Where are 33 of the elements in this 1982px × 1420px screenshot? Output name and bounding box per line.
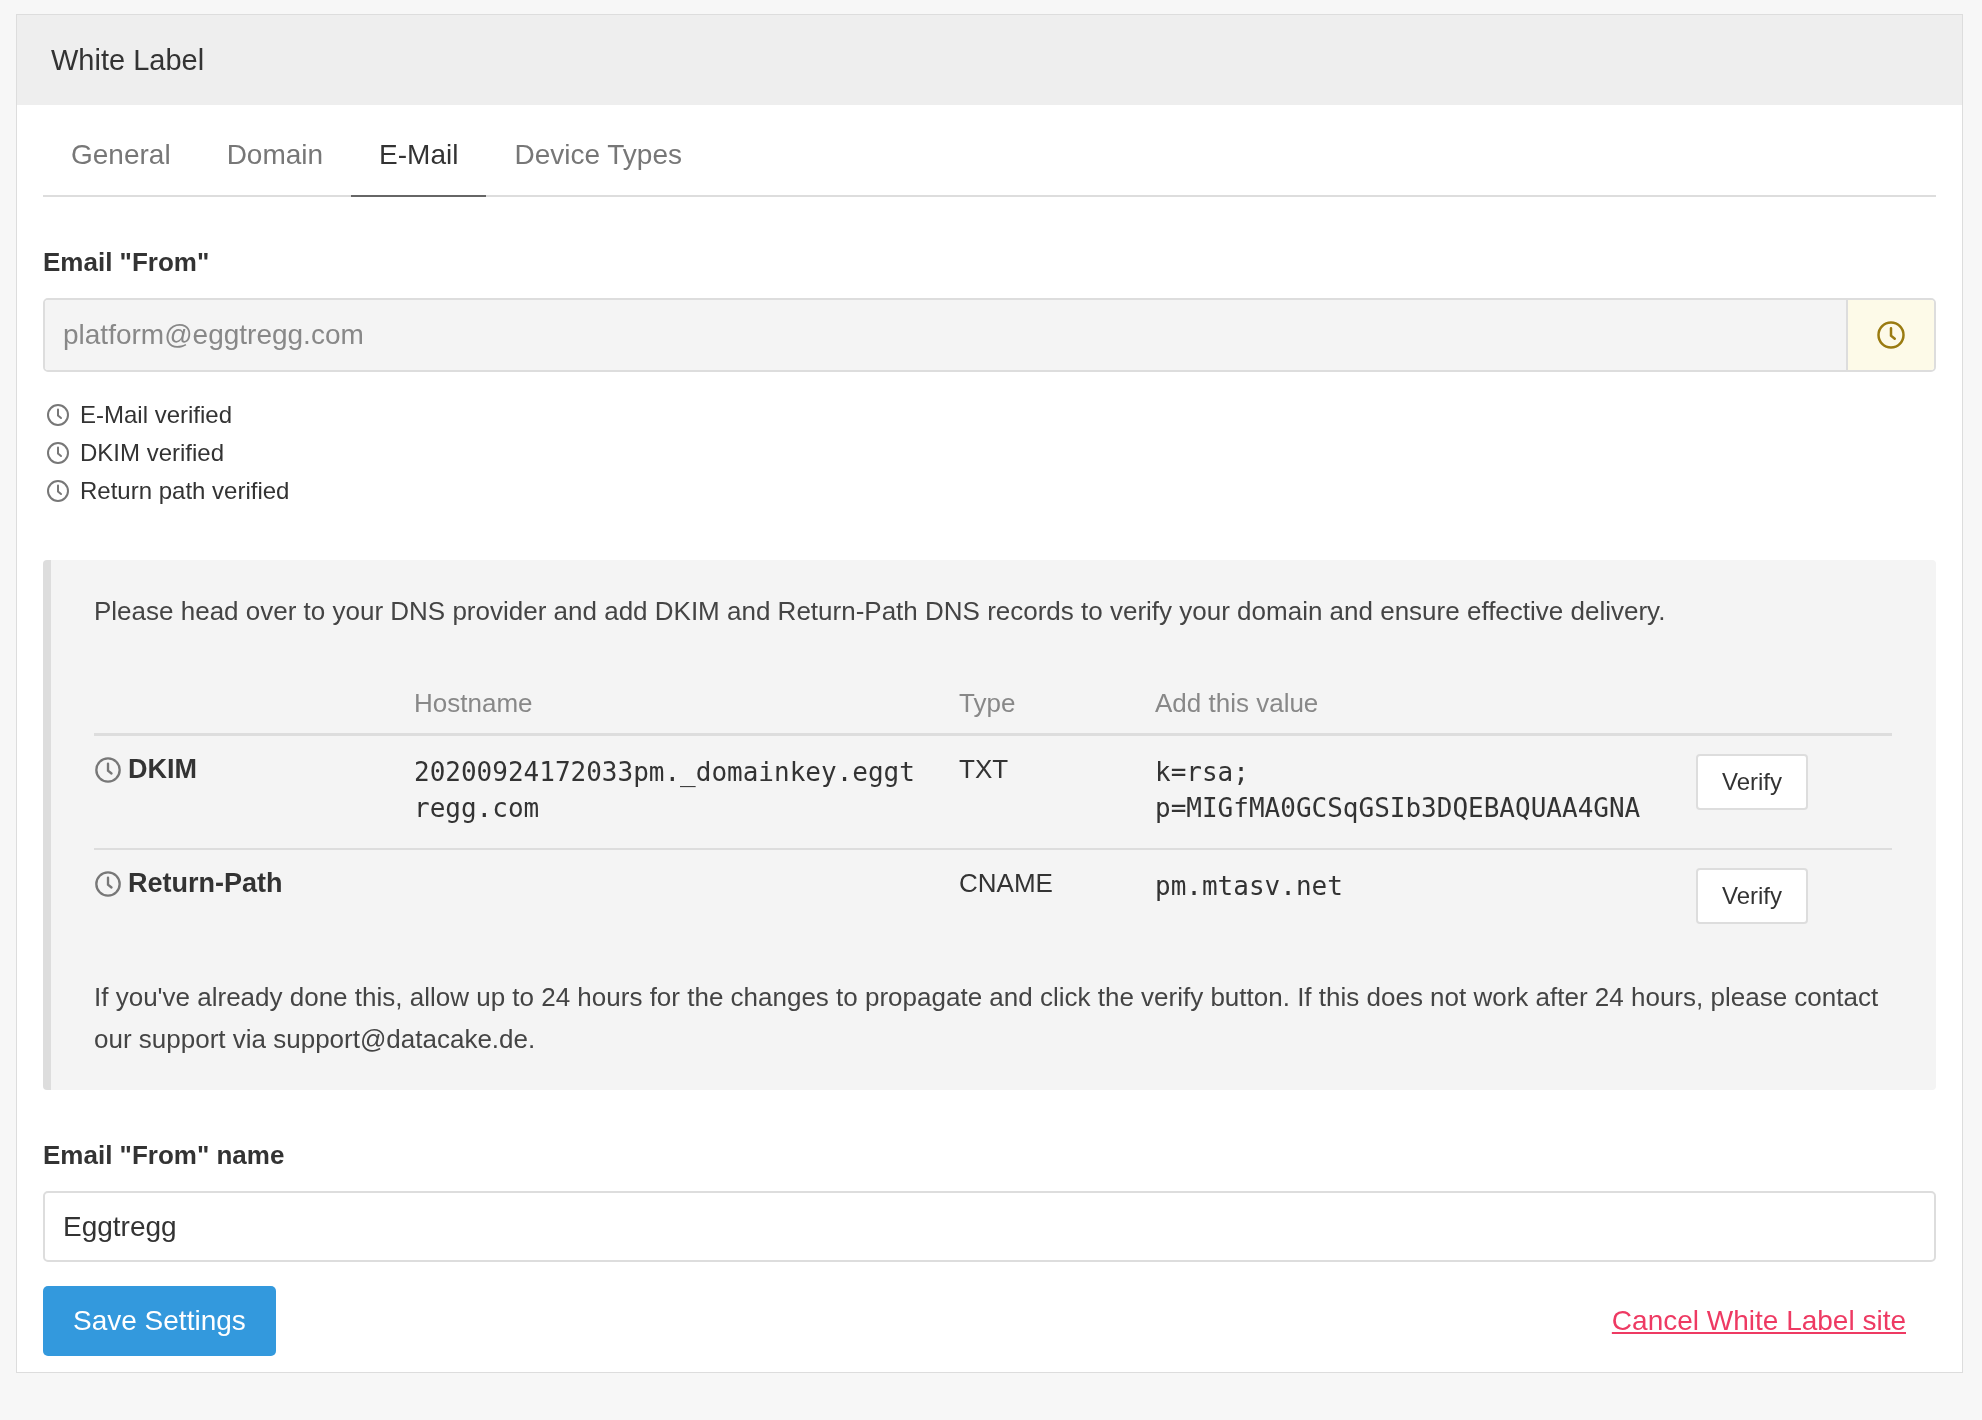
clock-icon [46, 441, 70, 465]
record-name: Return-Path [128, 868, 283, 899]
verify-button[interactable]: Verify [1696, 868, 1809, 924]
table-cell: k=rsa; p=MIGfMA0GCSqGSIb3DQEBAQUAA4GNA [1155, 757, 1641, 823]
column-header: Add this value [1155, 688, 1696, 736]
panel-title: White Label [51, 43, 205, 77]
tab[interactable]: E-Mail [351, 119, 487, 197]
save-button[interactable]: Save Settings [43, 1286, 276, 1356]
status-text: DKIM verified [80, 439, 225, 467]
clock-icon [46, 479, 70, 503]
clock-icon [1876, 320, 1906, 350]
info-text: Please head over to your DNS provider and add DKIM and Return-Path DNS records to verify your domain and ensure effective delivery. [94, 595, 1667, 628]
verify-button[interactable]: Verify [1696, 754, 1809, 810]
table-cell: TXT [959, 754, 1009, 784]
column-header: Hostname [414, 688, 959, 736]
table-cell: CNAME [959, 868, 1053, 898]
clock-icon [94, 755, 122, 784]
field-label: Email "From" name [43, 1140, 286, 1171]
clock-icon [46, 403, 70, 427]
record-name: DKIM [128, 754, 197, 785]
tab[interactable]: Domain [198, 119, 352, 197]
tab[interactable]: Device Types [486, 119, 710, 197]
cancel-link[interactable]: Cancel White Label site [1611, 1305, 1906, 1337]
table-cell: pm.mtasv.net [1155, 871, 1343, 901]
status-text: E-Mail verified [80, 401, 233, 429]
clock-icon [94, 869, 122, 898]
field-label: Email "From" [43, 247, 211, 278]
status-text: Return path verified [80, 477, 290, 505]
info-text: If you've already done this, allow up to 24 hours for the changes to propagate and click the verify button. If this does not work after 24 hours, please contact our support via support@datacake.de. [94, 981, 1880, 1056]
tab[interactable]: General [43, 119, 199, 197]
name-field[interactable]: Eggtregg [43, 1191, 1936, 1262]
column-header: Type [959, 688, 1155, 736]
table-cell-text: 20200924172033pm._domainkey.eggtregg.com [414, 756, 916, 825]
